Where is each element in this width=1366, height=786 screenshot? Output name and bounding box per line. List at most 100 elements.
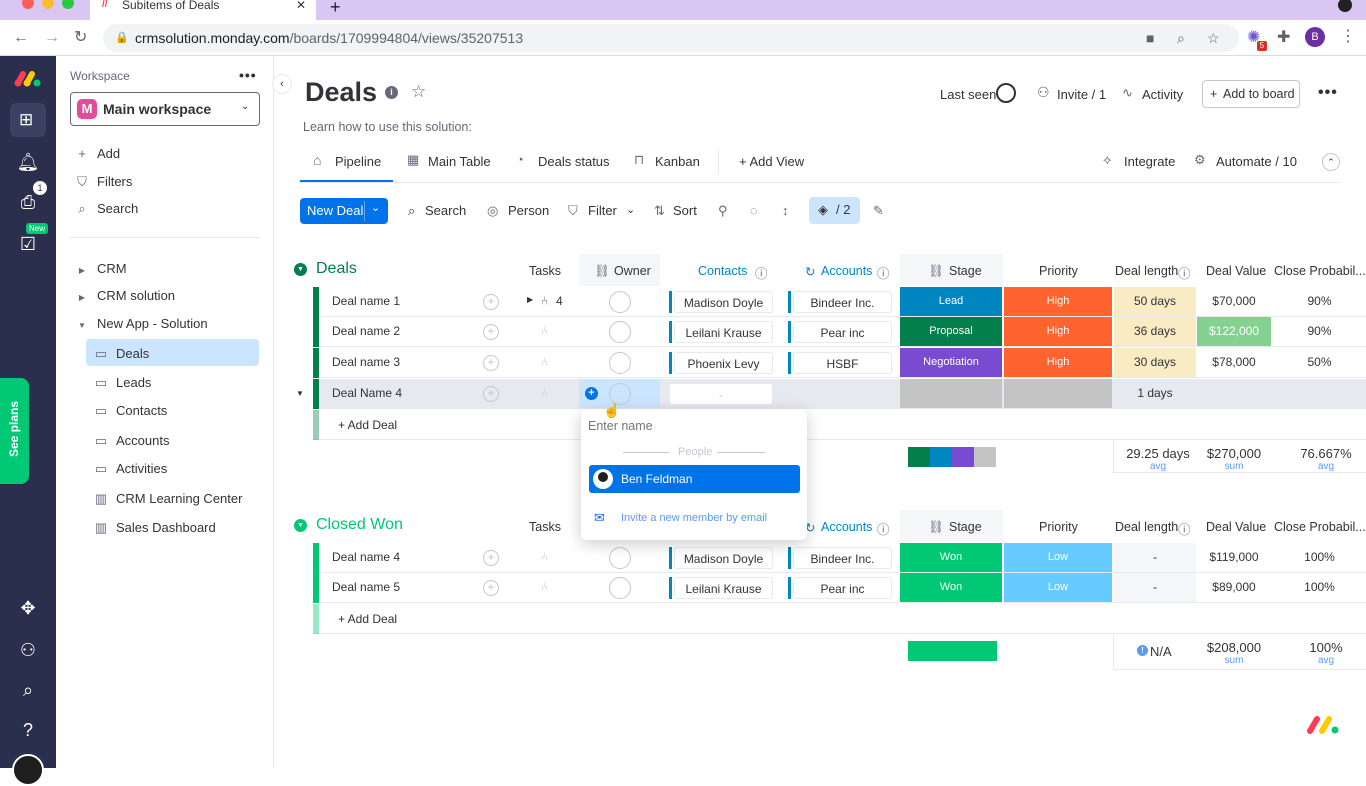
deal-value-cell[interactable]: $89,000 <box>1197 573 1271 602</box>
ws-action-add[interactable]: + Add <box>75 146 120 161</box>
close-prob-cell[interactable]: 90% <box>1273 317 1366 346</box>
account-chip[interactable]: HSBF <box>793 352 892 374</box>
close-prob-cell[interactable]: 100% <box>1273 573 1366 602</box>
camera-icon[interactable]: ■ <box>1146 24 1154 52</box>
forward-icon[interactable]: → <box>44 30 60 46</box>
deal-value-summary[interactable]: $270,000 <box>1197 446 1271 461</box>
person-option-ben-feldman[interactable]: Ben Feldman <box>589 465 800 493</box>
address-bar[interactable]: 🔒 crmsolution.monday.com/boards/17099948… <box>103 24 1239 52</box>
account-chip[interactable]: Bindeer Inc. <box>793 291 892 313</box>
reload-icon[interactable]: ↻ <box>74 30 87 46</box>
column-header-priority[interactable]: Priority <box>1039 264 1078 278</box>
deal-length-cell[interactable]: 30 days <box>1114 348 1196 377</box>
priority-status[interactable]: Low <box>1004 573 1112 602</box>
color-button[interactable]: ◈ / 2 <box>809 197 860 224</box>
deal-name[interactable]: Deal Name 4 <box>332 379 402 408</box>
row-menu-icon[interactable]: ▼ <box>293 387 307 401</box>
pen-icon[interactable]: ✎ <box>873 203 884 219</box>
collapse-header-icon[interactable]: ⌃ <box>1322 153 1340 171</box>
account-chip[interactable]: Bindeer Inc. <box>793 547 892 569</box>
contact-chip[interactable]: Madison Doyle <box>674 547 773 569</box>
owner-avatar-empty[interactable] <box>609 321 631 343</box>
column-header-stage[interactable]: Stage <box>949 264 982 278</box>
add-item-row[interactable]: + Add Deal <box>313 604 1366 634</box>
close-prob-cell[interactable]: 90% <box>1273 287 1366 316</box>
deal-name[interactable]: Deal name 5 <box>332 573 400 602</box>
close-prob-cell[interactable]: 100% <box>1273 543 1366 572</box>
column-header-deal-value[interactable]: Deal Value <box>1206 520 1266 534</box>
board-item-sales-dashboard[interactable]: ▥ Sales Dashboard <box>94 520 216 536</box>
column-header-tasks[interactable]: Tasks <box>529 264 561 278</box>
maximize-window-button[interactable] <box>62 0 74 9</box>
new-deal-button[interactable]: New Deal ⌄ <box>300 198 388 224</box>
group-collapse-icon[interactable]: ▼ <box>294 263 307 276</box>
table-row[interactable]: Deal name 5 + ⑃ Leilani Krause Pear inc … <box>313 573 1366 603</box>
column-header-deal-value[interactable]: Deal Value <box>1206 264 1266 278</box>
close-prob-summary[interactable]: 76.667% <box>1283 446 1366 461</box>
owner-avatar-empty[interactable] <box>609 577 631 599</box>
stage-summary-bar[interactable] <box>908 641 997 661</box>
hide-icon[interactable]: ◌ <box>750 203 758 218</box>
group-title[interactable]: Closed Won <box>316 516 403 534</box>
add-update-icon[interactable]: + <box>483 580 499 596</box>
stage-status[interactable] <box>900 379 1002 408</box>
tab-main-table[interactable]: Main Table <box>428 154 491 169</box>
add-update-icon[interactable]: + <box>483 324 499 340</box>
deal-length-cell[interactable]: 1 days <box>1114 379 1196 408</box>
my-work-icon[interactable]: ☑ <box>16 232 40 256</box>
subitems-icon[interactable]: ⑃ <box>541 355 548 369</box>
stage-status[interactable]: Won <box>900 543 1002 572</box>
table-row[interactable]: Deal name 2 + ⑃ Leilani Krause Pear inc … <box>313 317 1366 347</box>
table-row[interactable]: Deal name 4 + ⑃ Madison Doyle Bindeer In… <box>313 543 1366 573</box>
browser-tab[interactable]: // Subitems of Deals ✕ <box>90 0 316 20</box>
board-item-leads[interactable]: ▭ Leads <box>94 375 152 391</box>
account-chip[interactable]: Pear inc <box>793 577 892 599</box>
tab-kanban[interactable]: Kanban <box>655 154 700 169</box>
priority-status[interactable]: Low <box>1004 543 1112 572</box>
subitems-icon[interactable]: ⑃ <box>541 324 548 338</box>
add-update-icon[interactable]: + <box>483 386 499 402</box>
deal-name[interactable]: Deal name 4 <box>332 543 400 572</box>
board-title[interactable]: Deals <box>305 77 377 108</box>
column-header-accounts[interactable]: Accounts <box>821 264 872 278</box>
column-header-contacts[interactable]: Contacts <box>698 264 747 278</box>
add-view-button[interactable]: + Add View <box>739 154 804 169</box>
bookmark-star-icon[interactable]: ☆ <box>1207 24 1220 52</box>
owner-avatar-empty[interactable] <box>609 352 631 374</box>
deal-length-cell[interactable]: - <box>1114 573 1196 602</box>
account-chip[interactable]: Pear inc <box>793 321 892 343</box>
invite-button[interactable]: Invite / 1 <box>1057 87 1106 102</box>
help-icon[interactable]: ? <box>16 718 40 742</box>
folder-new-app-solution[interactable]: ▼ New App - Solution <box>75 316 208 331</box>
board-item-contacts[interactable]: ▭ Contacts <box>94 403 167 419</box>
board-item-deals[interactable]: ▭ Deals <box>94 346 149 362</box>
owner-avatar-empty[interactable] <box>609 291 631 313</box>
table-row[interactable]: Deal name 3 + ⑃ Phoenix Levy HSBF Negoti… <box>313 348 1366 378</box>
last-seen-avatar[interactable] <box>996 83 1016 103</box>
add-item-row[interactable]: + Add Deal <box>313 410 1366 440</box>
deal-name[interactable]: Deal name 1 <box>332 287 400 316</box>
zoom-icon[interactable]: ⌕ <box>1177 24 1185 52</box>
back-icon[interactable]: ← <box>13 30 29 46</box>
contact-chip[interactable]: - <box>669 383 773 405</box>
priority-status[interactable] <box>1004 379 1112 408</box>
deal-name[interactable]: Deal name 2 <box>332 317 400 346</box>
monday-logo[interactable] <box>14 70 42 88</box>
collapse-panel-button[interactable]: ‹ <box>272 74 292 94</box>
priority-status[interactable]: High <box>1004 287 1112 316</box>
table-row[interactable]: Deal name 1 + ▶ ⑃ 4 Madison Doyle Bindee… <box>313 287 1366 317</box>
tab-search-icon[interactable] <box>1338 0 1352 12</box>
workspaces-button[interactable]: ⊞ <box>10 103 46 137</box>
close-window-button[interactable] <box>22 0 34 9</box>
group-title[interactable]: Deals <box>316 260 357 278</box>
add-deal-button[interactable]: + Add Deal <box>338 604 397 635</box>
column-header-tasks[interactable]: Tasks <box>529 520 561 534</box>
deal-length-cell[interactable]: 36 days <box>1114 317 1196 346</box>
search-icon[interactable]: ⌕ <box>16 678 40 702</box>
invite-members-icon[interactable]: ⚇ <box>16 638 40 662</box>
deal-length-summary[interactable]: 29.25 days <box>1118 446 1198 461</box>
board-more-icon[interactable]: ••• <box>1318 84 1338 102</box>
add-update-icon[interactable]: + <box>483 355 499 371</box>
column-header-close-probability[interactable]: Close Probabil... <box>1274 264 1366 278</box>
table-row[interactable]: Deal Name 4 + ⑃ + - 1 days <box>313 379 1366 409</box>
